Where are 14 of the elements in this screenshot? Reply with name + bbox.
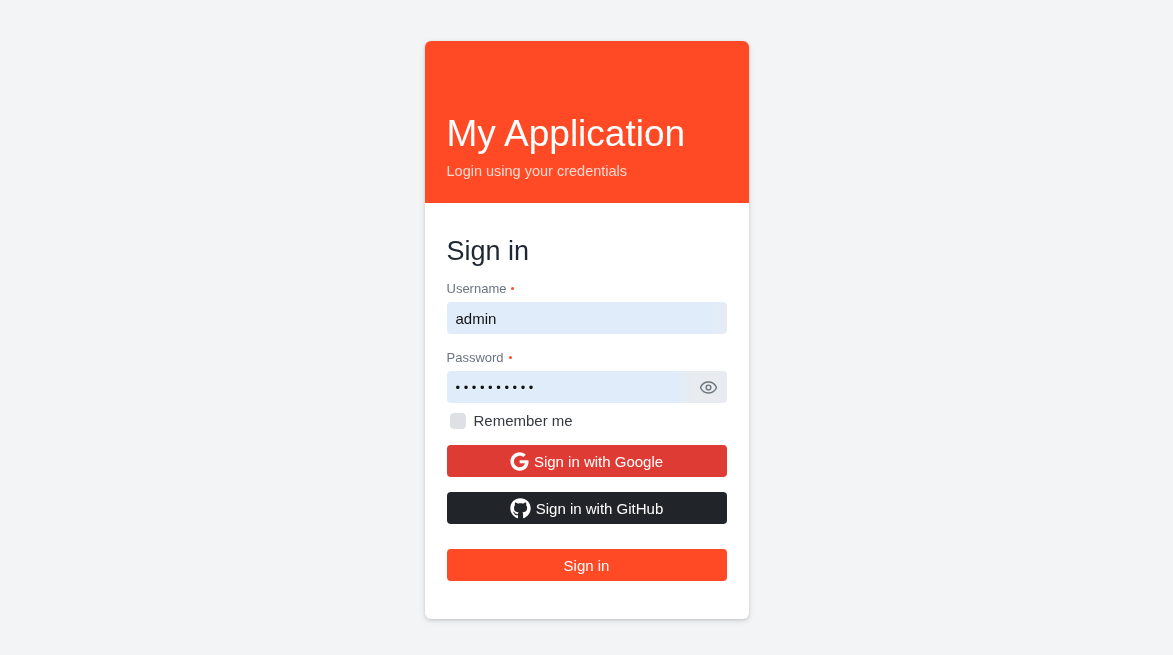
remember-checkbox[interactable] [449, 412, 466, 429]
show-password-button[interactable] [690, 371, 727, 403]
cat-logo-icon [509, 497, 531, 519]
app-title: My Application [446, 111, 687, 156]
username-field[interactable]: admin [446, 302, 727, 334]
app-subtitle: Login using your credentials [446, 162, 629, 181]
password-field[interactable]: •••••••••• [446, 371, 691, 403]
cat-logo-sign-in-button[interactable]: Sign in with GitHub [446, 492, 727, 524]
g-logo-icon [509, 451, 529, 471]
g-logo-sign-in-button[interactable]: Sign in with Google [446, 445, 727, 477]
field-label: Username [446, 280, 507, 296]
field-label: Password [446, 349, 504, 365]
form-title: Sign in [446, 236, 530, 267]
remember-label: Remember me [473, 412, 573, 429]
